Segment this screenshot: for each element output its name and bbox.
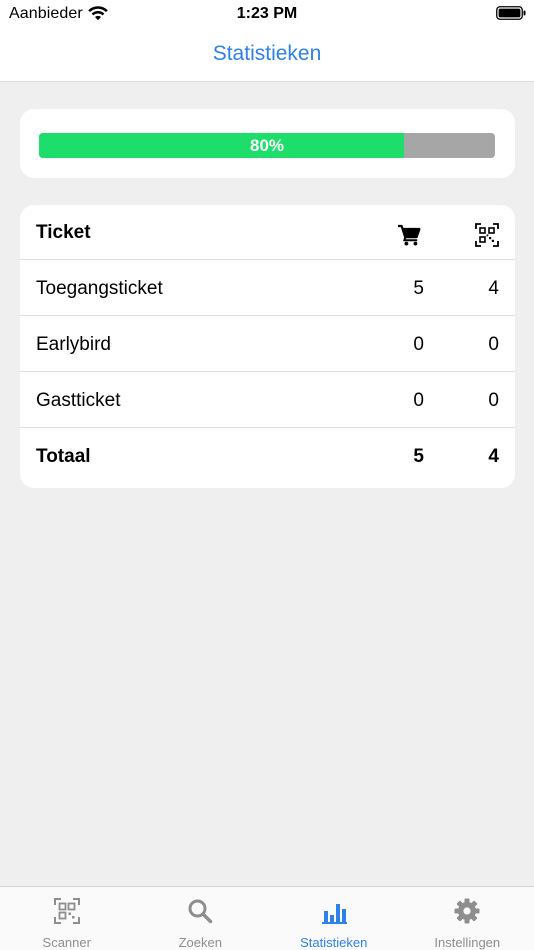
scanned-count: 0 [488, 334, 499, 355]
tab-statistieken[interactable]: Statistieken [267, 887, 401, 950]
progress-card: 80% [20, 109, 515, 178]
table-row: Toegangsticket 5 4 [20, 261, 515, 316]
ticket-name: Earlybird [36, 334, 111, 355]
header-ticket-label: Ticket [36, 222, 91, 243]
battery-icon [496, 6, 526, 20]
sold-count: 0 [413, 390, 424, 411]
total-sold-count: 5 [413, 446, 424, 467]
tab-zoeken[interactable]: Zoeken [134, 887, 268, 950]
statistics-screen: Aanbieder 1:23 PM Statistieken 80% Ticke… [0, 0, 534, 950]
tab-label: Instellingen [434, 935, 501, 950]
progress-bar: 80% [39, 133, 495, 158]
status-time: 1:23 PM [236, 5, 298, 22]
scanned-count: 0 [488, 390, 499, 411]
ticket-stats-table: Ticket Toegangsticket 5 4 Earlybird 0 0 … [20, 205, 515, 488]
ticket-name: Toegangsticket [36, 278, 163, 299]
table-row: Gastticket 0 0 [20, 373, 515, 428]
table-total-row: Totaal 5 4 [20, 429, 515, 484]
tab-bar: Scanner Zoeken Statistieken Instellingen [0, 886, 534, 950]
qr-scan-icon [53, 898, 80, 924]
ticket-name: Gastticket [36, 390, 121, 411]
table-row: Earlybird 0 0 [20, 317, 515, 372]
scanned-count: 4 [488, 278, 499, 299]
navigation-bar: Statistieken [0, 28, 534, 82]
bar-chart-icon [321, 904, 347, 924]
page-title: Statistieken [212, 42, 322, 65]
total-label: Totaal [36, 446, 91, 467]
qr-code-icon [475, 223, 499, 247]
cart-icon [398, 224, 421, 246]
tab-label: Scanner [42, 935, 91, 950]
sold-count: 0 [413, 334, 424, 355]
search-icon [188, 899, 213, 924]
total-scanned-count: 4 [488, 446, 499, 467]
progress-percentage: 80% [249, 136, 285, 155]
tab-instellingen[interactable]: Instellingen [401, 887, 534, 950]
gear-icon [454, 898, 480, 924]
table-header-row: Ticket [20, 205, 515, 260]
tab-label: Statistieken [300, 935, 368, 950]
tab-label: Zoeken [178, 935, 222, 950]
status-bar: Aanbieder 1:23 PM [0, 0, 534, 28]
tab-scanner[interactable]: Scanner [0, 887, 134, 950]
sold-count: 5 [413, 278, 424, 299]
